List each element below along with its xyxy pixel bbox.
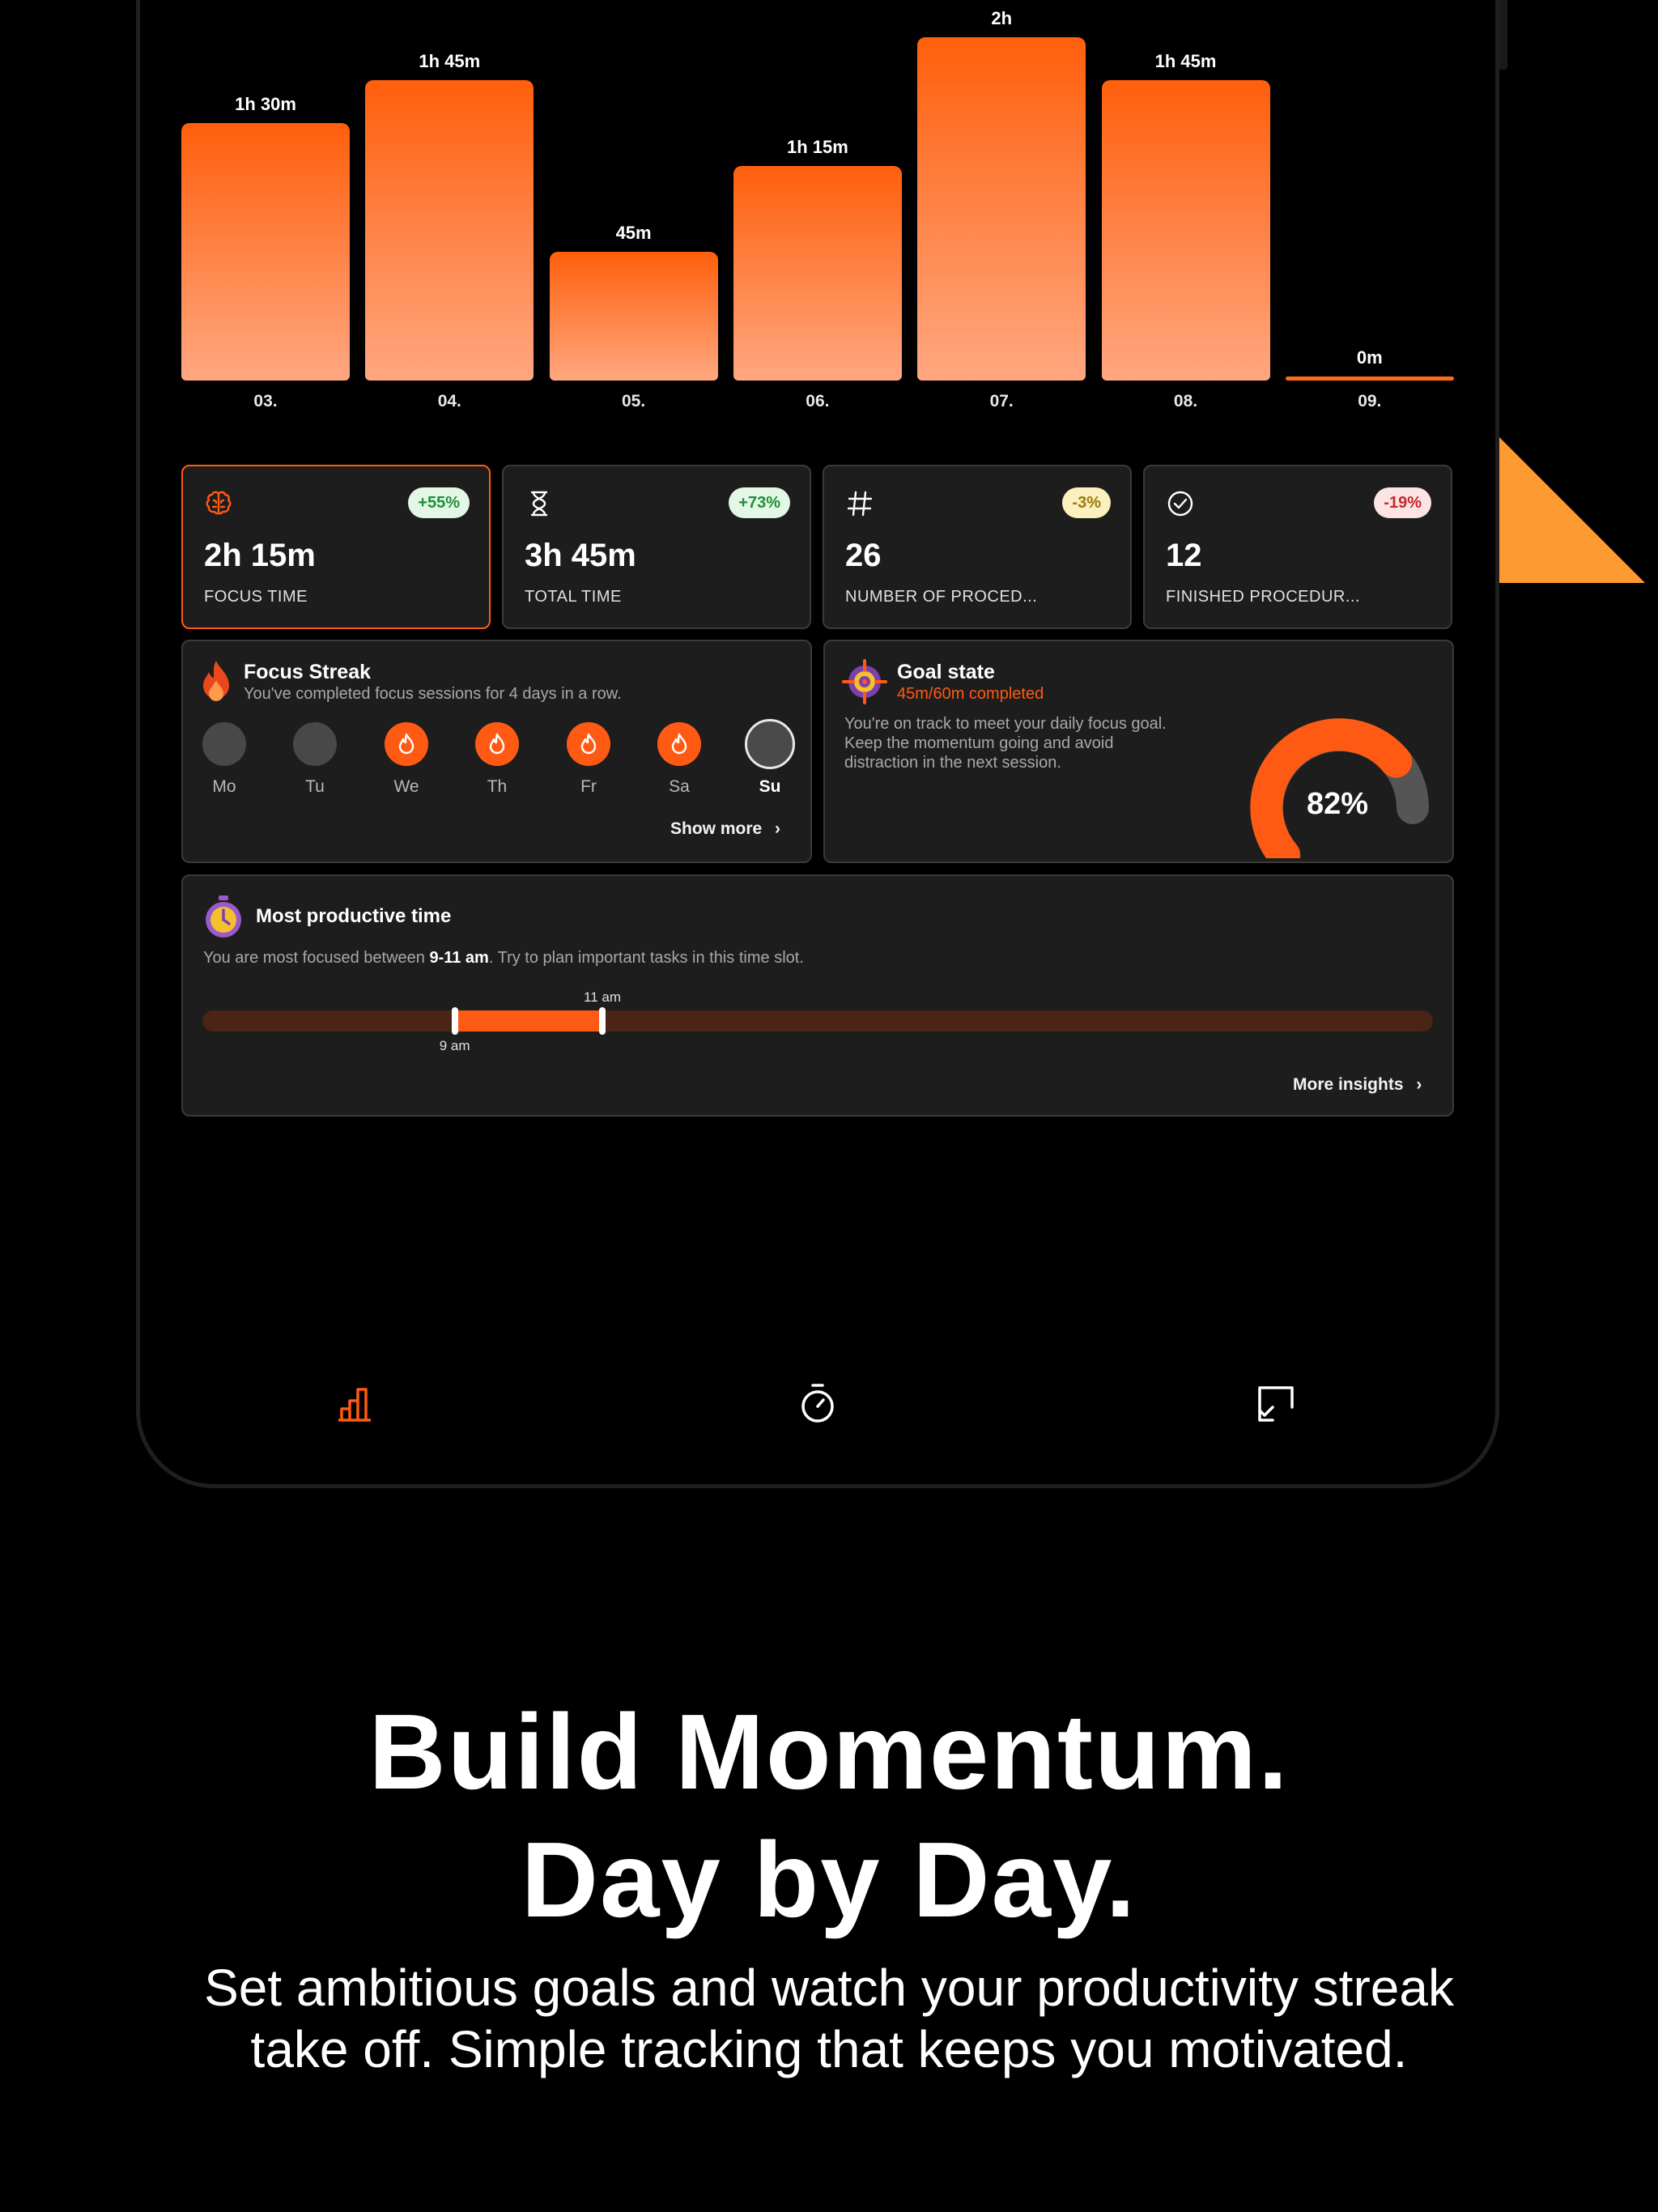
goal-description-line: You're on track to meet your daily focus… bbox=[844, 715, 1167, 733]
streak-day-indicator bbox=[202, 722, 246, 766]
chart-bar-value-label: 1h 45m bbox=[1154, 51, 1217, 71]
hash-icon bbox=[847, 491, 873, 517]
more-insights-link[interactable]: More insights › bbox=[1293, 1075, 1422, 1095]
chevron-right-icon: › bbox=[775, 819, 781, 838]
stat-card-total-time[interactable]: +73% 3h 45m TOTAL TIME bbox=[502, 465, 811, 629]
streak-day-indicator bbox=[475, 722, 519, 766]
headline-line-2: Day by Day. bbox=[521, 1820, 1137, 1939]
streak-day-indicator bbox=[567, 722, 610, 766]
subtext-line-2: take off. Simple tracking that keeps you… bbox=[250, 2020, 1408, 2078]
productive-text-after: . Try to plan important tasks in this ti… bbox=[488, 949, 804, 967]
productive-title: Most productive time bbox=[256, 905, 452, 927]
chart-category-label: 03. bbox=[253, 392, 278, 410]
chart-category-label: 08. bbox=[1173, 392, 1198, 410]
stat-value: 12 bbox=[1166, 538, 1202, 573]
stat-change-badge: -3% bbox=[1062, 487, 1111, 518]
chart-category-label: 09. bbox=[1358, 392, 1382, 410]
chart-bar[interactable] bbox=[733, 166, 902, 381]
chart-category-label: 07. bbox=[989, 392, 1014, 410]
focus-bar-chart: 1h 30m 03. 1h 45m 04. 45m 05. 1h 15m 06. 2h 07. 1h… bbox=[181, 0, 1454, 429]
chart-category-label: 06. bbox=[806, 392, 830, 410]
stat-label: TOTAL TIME bbox=[525, 588, 622, 606]
goal-description: You're on track to meet your daily focus… bbox=[844, 714, 1249, 772]
show-more-link[interactable]: Show more › bbox=[670, 819, 780, 839]
subtext-line-1: Set ambitious goals and watch your produ… bbox=[204, 1959, 1454, 2017]
stat-label: NUMBER OF PROCED... bbox=[845, 588, 1038, 606]
time-range-fill bbox=[454, 1010, 602, 1032]
stat-value: 26 bbox=[845, 538, 882, 573]
goal-progress-text: 45m/60m completed bbox=[897, 685, 1044, 703]
streak-day-label: Fr bbox=[580, 777, 597, 796]
chart-bar-value-label: 2h bbox=[991, 8, 1013, 28]
streak-day-label: Th bbox=[487, 777, 508, 796]
streak-day-label: Sa bbox=[669, 777, 690, 796]
flame-icon bbox=[489, 733, 505, 755]
streak-day-label: Su bbox=[759, 777, 781, 796]
streak-subtitle: You've completed focus sessions for 4 da… bbox=[244, 685, 622, 703]
streak-title: Focus Streak bbox=[244, 661, 372, 683]
decorative-stripe bbox=[1499, 291, 1658, 583]
flame-icon bbox=[203, 661, 229, 701]
bar-chart-icon[interactable] bbox=[335, 1381, 380, 1427]
range-start-label: 9 am bbox=[439, 1038, 470, 1053]
stopwatch-icon bbox=[206, 895, 241, 938]
streak-day-indicator bbox=[293, 722, 337, 766]
goal-gauge bbox=[1250, 718, 1429, 858]
chart-category-label: 04. bbox=[437, 392, 461, 410]
stat-change-badge: +55% bbox=[408, 487, 470, 518]
streak-day-label: Tu bbox=[305, 777, 325, 796]
chart-bar-value-label: 45m bbox=[615, 223, 652, 243]
hourglass-icon bbox=[530, 491, 548, 517]
target-icon bbox=[842, 659, 887, 704]
device-side-button bbox=[1499, 0, 1507, 70]
chart-bar[interactable] bbox=[917, 37, 1086, 381]
range-start-handle[interactable] bbox=[451, 1007, 458, 1035]
productive-text-bold: 9-11 am bbox=[429, 949, 489, 967]
streak-day-indicator bbox=[657, 722, 701, 766]
chart-bar-value-label: 1h 30m bbox=[235, 94, 296, 114]
stat-change-badge: +73% bbox=[729, 487, 790, 518]
checklist-icon[interactable] bbox=[1253, 1381, 1299, 1427]
stat-label: FOCUS TIME bbox=[204, 588, 308, 606]
range-end-label: 11 am bbox=[584, 989, 621, 1005]
chart-bar-value-label: 1h 15m bbox=[786, 137, 848, 157]
stat-value: 3h 45m bbox=[525, 538, 636, 573]
chevron-right-icon: › bbox=[1416, 1075, 1422, 1094]
headline-line-1: Build Momentum. bbox=[368, 1692, 1290, 1811]
goal-title: Goal state bbox=[897, 661, 995, 683]
goal-percent: 82% bbox=[1306, 787, 1369, 821]
chart-category-label: 05. bbox=[621, 392, 646, 410]
streak-day-indicator bbox=[745, 719, 795, 769]
productive-text: You are most focused between 9-11 am. Tr… bbox=[203, 949, 804, 968]
chart-bar-value-label: 0m bbox=[1356, 347, 1383, 368]
brain-icon bbox=[206, 491, 232, 515]
chart-bar[interactable] bbox=[181, 123, 350, 381]
stat-value: 2h 15m bbox=[204, 538, 316, 573]
chart-bar[interactable] bbox=[549, 252, 718, 381]
flame-icon bbox=[398, 733, 414, 755]
stat-card-focus-time[interactable]: +55% 2h 15m FOCUS TIME bbox=[181, 465, 491, 629]
productive-text-before: You are most focused between bbox=[203, 949, 430, 967]
stat-card-finished[interactable]: -19% 12 FINISHED PROCEDUR... bbox=[1143, 465, 1452, 629]
stat-label: FINISHED PROCEDUR... bbox=[1166, 588, 1361, 606]
chart-bar[interactable] bbox=[365, 80, 534, 381]
flame-icon bbox=[671, 733, 687, 755]
goal-description-line: Keep the momentum going and avoid bbox=[844, 734, 1114, 752]
streak-day-label: We bbox=[393, 777, 419, 796]
streak-day-label: Mo bbox=[212, 777, 236, 796]
stat-change-badge: -19% bbox=[1374, 487, 1431, 518]
goal-description-line: distraction in the next session. bbox=[844, 754, 1061, 772]
chart-bar[interactable] bbox=[1101, 80, 1270, 381]
show-more-label: Show more bbox=[670, 819, 763, 838]
more-insights-label: More insights bbox=[1293, 1075, 1404, 1094]
time-track bbox=[202, 1010, 1433, 1032]
streak-day-indicator bbox=[385, 722, 428, 766]
check-circle-icon bbox=[1167, 491, 1193, 517]
flame-icon bbox=[580, 733, 597, 755]
range-end-handle[interactable] bbox=[599, 1007, 606, 1035]
stat-card-procedures[interactable]: -3% 26 NUMBER OF PROCED... bbox=[823, 465, 1132, 629]
chart-bar[interactable] bbox=[1285, 376, 1454, 381]
chart-bar-value-label: 1h 45m bbox=[419, 51, 481, 71]
stopwatch-icon[interactable] bbox=[795, 1381, 840, 1427]
